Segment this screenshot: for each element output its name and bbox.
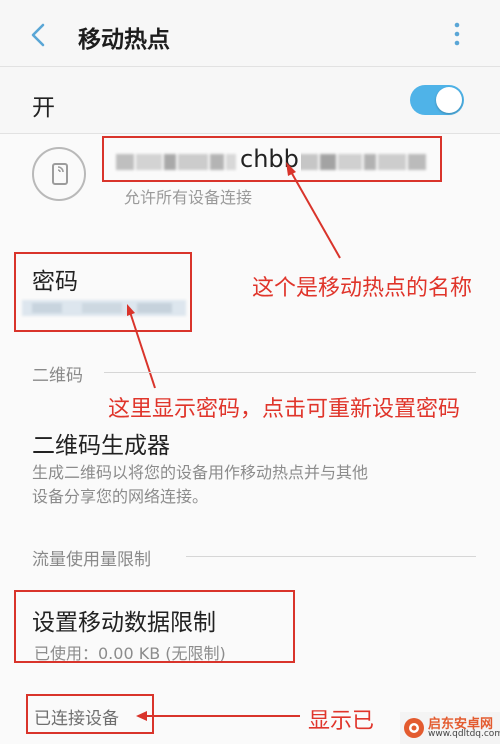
- page-title: 移动热点: [78, 27, 170, 53]
- qr-section-header: 二维码: [32, 366, 83, 386]
- watermark-url: www.qdltdq.com: [428, 729, 500, 739]
- data-section-header: 流量使用量限制: [32, 550, 151, 570]
- connected-annotation-box: [26, 694, 154, 734]
- hotspot-switch-label: 开: [32, 95, 55, 121]
- ssid-allow-text: 允许所有设备连接: [124, 188, 253, 207]
- hotspot-device-icon: [32, 147, 86, 201]
- toggle-knob: [436, 87, 462, 113]
- password-annotation-box: [14, 252, 192, 332]
- qr-generator-desc-1: 生成二维码以将您的设备用作移动热点并与其他: [32, 463, 369, 482]
- data-limit-annotation-box: [14, 590, 295, 663]
- more-options-icon[interactable]: [450, 20, 464, 48]
- qr-generator-title[interactable]: 二维码生成器: [32, 426, 170, 460]
- name-annotation-text: 这个是移动热点的名称: [252, 276, 473, 301]
- back-chevron-icon[interactable]: [28, 22, 50, 48]
- qr-section-line: [104, 372, 476, 373]
- name-annotation-box: [102, 136, 442, 182]
- hotspot-toggle[interactable]: [410, 85, 464, 115]
- qr-generator-desc-2: 设备分享您的网络连接。: [32, 487, 209, 506]
- watermark-logo: 启东安卓网 www.qdltdq.com: [400, 712, 500, 744]
- devices-annotation-text: 显示已: [308, 709, 375, 734]
- header-divider: [0, 66, 500, 67]
- data-section-line: [186, 556, 476, 557]
- password-annotation-text: 这里显示密码，点击可重新设置密码: [108, 397, 461, 422]
